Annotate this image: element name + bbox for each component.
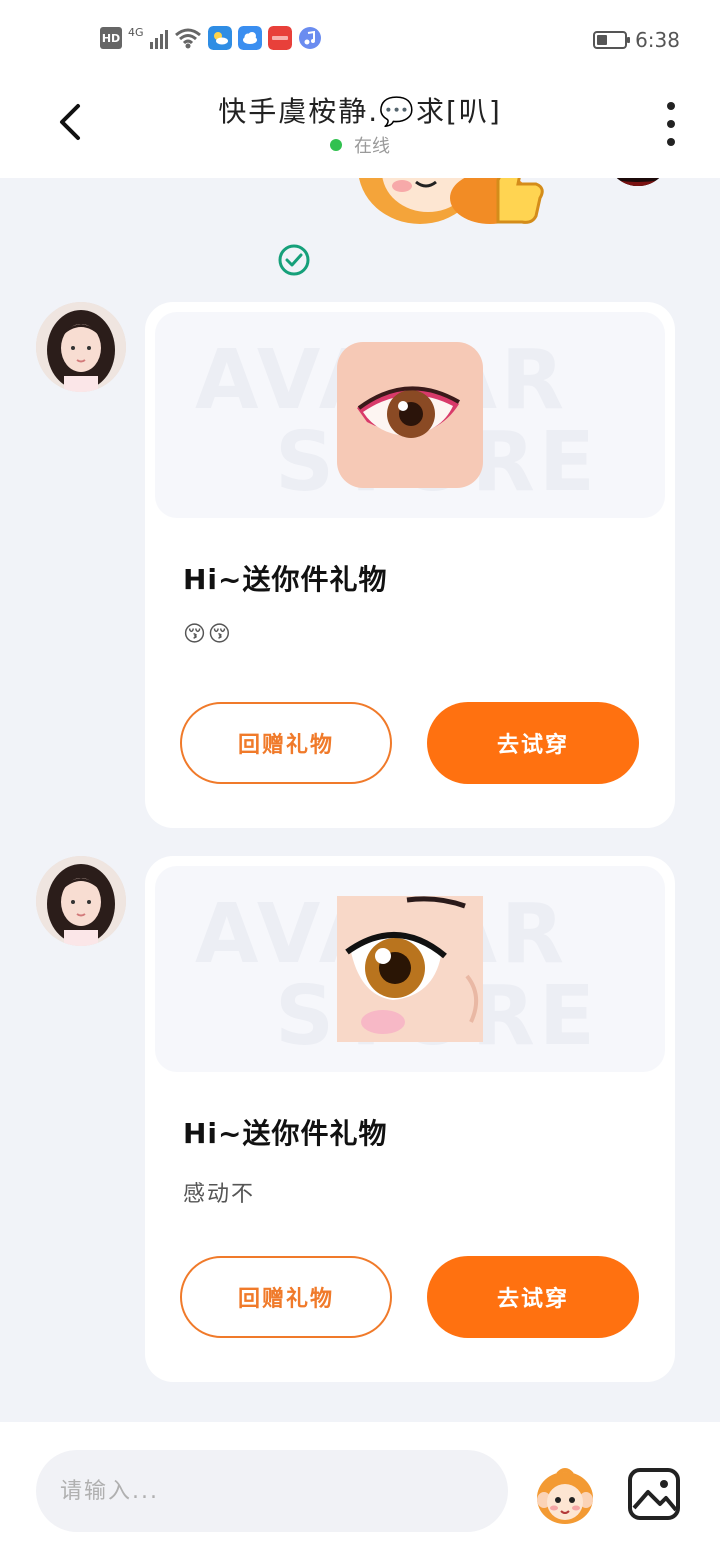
network-type: 4G (128, 25, 144, 39)
more-options-button[interactable] (656, 102, 686, 146)
avatar-image-icon (606, 178, 670, 186)
sent-check-icon (278, 244, 310, 276)
online-status-text: 在线 (354, 136, 390, 157)
sender-avatar[interactable] (36, 302, 126, 392)
status-right: 6:38 (593, 28, 680, 52)
return-gift-button[interactable]: 回赠礼物 (180, 1256, 392, 1338)
online-status: 在线 (0, 132, 720, 158)
contact-name: 快手虞桉静.💬求[叭] (218, 95, 502, 128)
gift-title: Hi~送你件礼物 (183, 563, 388, 596)
image-picker-icon[interactable] (626, 1466, 682, 1522)
input-bar (0, 1422, 720, 1560)
battery-fill (597, 35, 608, 45)
more-dot (667, 102, 675, 110)
return-gift-button[interactable]: 回赠礼物 (180, 702, 392, 784)
status-left: HD 4G (100, 26, 322, 50)
gift-title: Hi~送你件礼物 (183, 1117, 388, 1150)
sticker-button[interactable] (532, 1462, 598, 1528)
wifi-icon (174, 28, 201, 49)
clock: 6:38 (635, 28, 680, 52)
more-dot (667, 138, 675, 146)
music-app-icon (298, 27, 321, 49)
chat-area[interactable]: AVATAR STORE Hi~送你件礼物 😚😚 回赠礼物 去试穿 (0, 178, 720, 1422)
hd-badge: HD (100, 27, 122, 49)
weather-app-icon (207, 26, 232, 50)
anime-eye-gift-icon (337, 896, 483, 1042)
avatar-portrait-icon (36, 302, 126, 392)
gift-preview[interactable]: AVATAR STORE (155, 312, 665, 518)
gift-preview[interactable]: AVATAR STORE (155, 866, 665, 1072)
gift-message-card[interactable]: AVATAR STORE Hi~送你件礼物 感动不 回赠礼物 去试穿 (145, 856, 675, 1382)
gift-message-text: 😚😚 (183, 622, 233, 647)
more-dot (667, 120, 675, 128)
status-bar: HD 4G 6:38 (0, 0, 720, 84)
gift-message-text: 感动不 (183, 1182, 256, 1207)
gift-message-card[interactable]: AVATAR STORE Hi~送你件礼物 😚😚 回赠礼物 去试穿 (145, 302, 675, 828)
try-on-button[interactable]: 去试穿 (427, 702, 639, 784)
avatar-portrait-icon (36, 856, 126, 946)
huawei-app-icon (267, 26, 292, 50)
online-dot-icon (330, 139, 342, 151)
signal-icon (149, 27, 168, 49)
cloud-app-icon (237, 26, 262, 50)
battery-icon (593, 31, 631, 49)
try-on-button[interactable]: 去试穿 (427, 1256, 639, 1338)
message-input[interactable] (36, 1450, 508, 1532)
chat-header: 快手虞桉静.💬求[叭] 在线 (0, 84, 720, 178)
eye-makeup-gift-icon (337, 342, 483, 488)
my-avatar[interactable] (606, 178, 670, 186)
sender-avatar[interactable] (36, 856, 126, 946)
monkey-sticker-icon[interactable] (350, 178, 550, 258)
